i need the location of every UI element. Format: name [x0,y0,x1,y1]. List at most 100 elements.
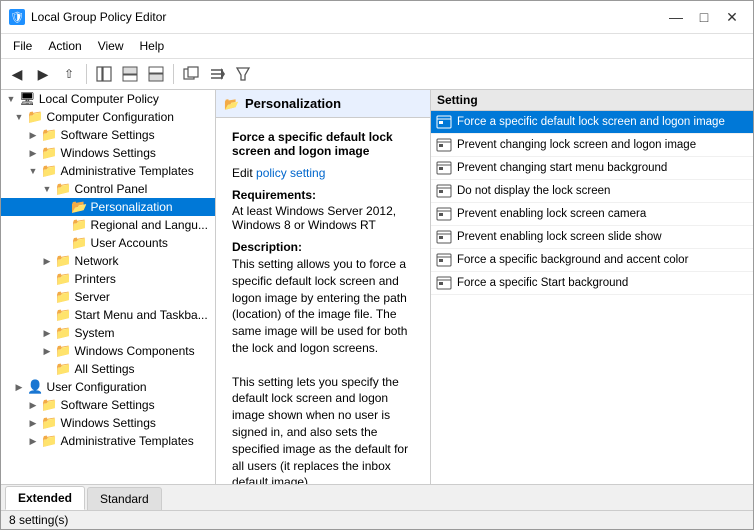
expand-als [39,361,55,377]
expand-ss[interactable]: ▶ [25,127,41,143]
up-button[interactable]: ⇧ [57,62,81,86]
computer-config-icon: 📁 [27,109,43,125]
expand-uc[interactable]: ▶ [11,379,27,395]
expand-swu[interactable]: ▶ [25,397,41,413]
app-icon: 🛡 [9,9,25,25]
expand-sys[interactable]: ▶ [39,325,55,341]
tree-item-admin-templates-user[interactable]: ▶ 📁 Administrative Templates [1,432,215,450]
menu-item-file[interactable]: File [5,36,40,56]
tree-label-als: All Settings [75,362,135,376]
tree-item-sw-settings-user[interactable]: ▶ 📁 Software Settings [1,396,215,414]
tree-item-user-config[interactable]: ▶ 👤 User Configuration [1,378,215,396]
expand-pers [55,199,71,215]
tree-item-user-accounts[interactable]: 📁 User Accounts [1,234,215,252]
tree-item-windows-settings[interactable]: ▶ 📁 Windows Settings [1,144,215,162]
customize-view-button[interactable] [205,62,229,86]
description-text: This setting allows you to force a speci… [232,256,414,484]
expand-ws[interactable]: ▶ [25,145,41,161]
lower-pane-button[interactable] [144,62,168,86]
policy-setting-link[interactable]: policy setting [256,166,325,180]
network-icon: 📁 [55,253,71,269]
minimize-button[interactable]: — [663,7,689,27]
setting-label-1: Force a specific default lock screen and… [457,116,725,128]
local-policy-icon: 🖥 [19,91,36,107]
setting-row-2[interactable]: Prevent changing lock screen and logon i… [431,134,753,157]
forward-button[interactable]: ▶ [31,62,55,86]
tree-label-ss: Software Settings [61,128,155,142]
tree-item-regional[interactable]: 📁 Regional and Langu... [1,216,215,234]
tree-item-control-panel[interactable]: ▼ 📁 Control Panel [1,180,215,198]
printers-icon: 📁 [55,271,71,287]
user-accounts-icon: 📁 [71,235,87,251]
expand-atu[interactable]: ▶ [25,433,41,449]
tree-item-win-settings-user[interactable]: ▶ 📁 Windows Settings [1,414,215,432]
setting-label-6: Prevent enabling lock screen slide show [457,231,662,243]
back-button[interactable]: ◀ [5,62,29,86]
toolbar: ◀ ▶ ⇧ [1,59,753,90]
tree-label-at: Administrative Templates [61,164,194,178]
tree-panel: ▼ 🖥 Local Computer Policy ▼ 📁 Computer C… [1,90,216,484]
tree-item-software-settings[interactable]: ▶ 📁 Software Settings [1,126,215,144]
expand-icon[interactable]: ▼ [3,91,19,107]
control-panel-icon: 📁 [55,181,71,197]
tree-item-local-computer-policy[interactable]: ▼ 🖥 Local Computer Policy [1,90,215,108]
tab-extended-label: Extended [18,491,72,505]
filter-button[interactable] [231,62,255,86]
menu-item-action[interactable]: Action [40,36,89,56]
maximize-button[interactable]: □ [691,7,717,27]
tree-item-system[interactable]: ▶ 📁 System [1,324,215,342]
requirements-section: Requirements: At least Windows Server 20… [224,184,422,236]
panel-header-title: Personalization [245,96,341,111]
tree-item-all-settings[interactable]: 📁 All Settings [1,360,215,378]
tree-label-cp: Control Panel [75,182,148,196]
tree-item-computer-config[interactable]: ▼ 📁 Computer Configuration [1,108,215,126]
setting-row-5[interactable]: Prevent enabling lock screen camera [431,203,753,226]
menu-item-help[interactable]: Help [132,36,173,56]
sw-settings-user-icon: 📁 [41,397,57,413]
expand-wsu[interactable]: ▶ [25,415,41,431]
title-bar-left: 🛡 Local Group Policy Editor [9,9,166,25]
upper-pane-button[interactable] [118,62,142,86]
setting-label-7: Force a specific background and accent c… [457,254,688,266]
setting-icon-3 [435,159,453,177]
tab-standard[interactable]: Standard [87,487,162,510]
tree-item-windows-components[interactable]: ▶ 📁 Windows Components [1,342,215,360]
expand-cp[interactable]: ▼ [39,181,55,197]
expand-at[interactable]: ▼ [25,163,41,179]
setting-row-3[interactable]: Prevent changing start menu background [431,157,753,180]
setting-title: Force a specific default lock screen and… [224,122,422,162]
main-content: ▼ 🖥 Local Computer Policy ▼ 📁 Computer C… [1,90,753,484]
windows-components-icon: 📁 [55,343,71,359]
setting-label-3: Prevent changing start menu background [457,162,667,174]
menu-item-view[interactable]: View [90,36,132,56]
tree-label-net: Network [75,254,119,268]
tree-item-network[interactable]: ▶ 📁 Network [1,252,215,270]
setting-row-7[interactable]: Force a specific background and accent c… [431,249,753,272]
tab-standard-label: Standard [100,492,149,506]
expand-wc[interactable]: ▶ [39,343,55,359]
setting-icon-8 [435,274,453,292]
setting-row-6[interactable]: Prevent enabling lock screen slide show [431,226,753,249]
tree-label-ua: User Accounts [91,236,168,250]
new-window-button[interactable] [179,62,203,86]
setting-row-4[interactable]: Do not display the lock screen [431,180,753,203]
admin-templates-user-icon: 📁 [41,433,57,449]
toolbar-separator-1 [86,64,87,84]
setting-label-5: Prevent enabling lock screen camera [457,208,646,220]
tree-item-personalization[interactable]: 📂 Personalization [1,198,215,216]
tree-item-admin-templates[interactable]: ▼ 📁 Administrative Templates [1,162,215,180]
tree-item-start-menu[interactable]: 📁 Start Menu and Taskba... [1,306,215,324]
tab-extended[interactable]: Extended [5,486,85,510]
status-bar: 8 setting(s) [1,510,753,529]
show-hide-console-tree[interactable] [92,62,116,86]
tree-item-server[interactable]: 📁 Server [1,288,215,306]
setting-row-8[interactable]: Force a specific Start background [431,272,753,295]
requirements-label: Requirements: [232,188,414,202]
expand-icon-cc[interactable]: ▼ [11,109,27,125]
tree-item-printers[interactable]: 📁 Printers [1,270,215,288]
description-label: Description: [232,240,414,254]
close-button[interactable]: ✕ [719,7,745,27]
start-menu-icon: 📁 [55,307,71,323]
expand-net[interactable]: ▶ [39,253,55,269]
setting-row-1[interactable]: Force a specific default lock screen and… [431,111,753,134]
